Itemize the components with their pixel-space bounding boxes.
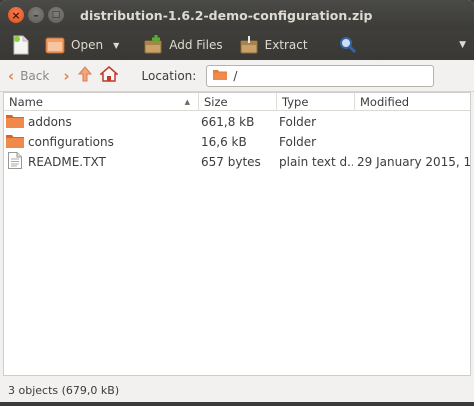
column-modified-label: Modified bbox=[360, 94, 410, 109]
file-name: addons bbox=[28, 115, 72, 129]
column-header-modified[interactable]: Modified bbox=[355, 93, 472, 111]
minimize-icon: – bbox=[33, 8, 39, 22]
file-list-header: Name ▲ Size Type Modified bbox=[4, 92, 472, 111]
extract-icon bbox=[239, 35, 259, 55]
open-label: Open bbox=[71, 38, 104, 52]
window-title: distribution-1.6.2-demo-configuration.zi… bbox=[80, 7, 373, 23]
status-text: 3 objects (679,0 kB) bbox=[8, 383, 120, 397]
find-button[interactable] bbox=[335, 33, 361, 57]
forward-button[interactable]: › bbox=[63, 67, 69, 85]
location-label: Location: bbox=[141, 68, 197, 83]
chevron-right-icon: › bbox=[63, 66, 70, 85]
table-row[interactable]: configurations 16,6 kB Folder bbox=[4, 132, 470, 152]
column-header-size[interactable]: Size bbox=[199, 92, 277, 111]
column-name-label: Name bbox=[9, 94, 43, 109]
location-bar: ‹ Back › Location: / bbox=[0, 60, 474, 92]
table-row[interactable]: addons 661,8 kB Folder bbox=[4, 112, 470, 132]
title-bar: × – □ distribution-1.6.2-demo-configurat… bbox=[0, 0, 474, 30]
file-size: 657 bytes bbox=[201, 155, 261, 169]
back-label: Back bbox=[20, 68, 50, 83]
extract-label: Extract bbox=[264, 38, 308, 52]
minimize-window-button[interactable]: – bbox=[28, 7, 44, 23]
open-archive-icon bbox=[45, 35, 65, 55]
file-type: Folder bbox=[279, 115, 317, 129]
file-modified: 29 January 2015, 12... bbox=[357, 155, 470, 169]
maximize-icon: □ bbox=[51, 9, 61, 20]
column-size-label: Size bbox=[204, 94, 228, 109]
sort-ascending-icon: ▲ bbox=[184, 97, 190, 106]
maximize-window-button[interactable]: □ bbox=[48, 7, 64, 23]
file-size: 661,8 kB bbox=[201, 115, 255, 129]
add-files-button[interactable]: Add Files bbox=[140, 33, 225, 57]
location-field[interactable]: / bbox=[206, 64, 435, 87]
file-type: plain text d... bbox=[279, 155, 353, 169]
archive-manager-window: × – □ distribution-1.6.2-demo-configurat… bbox=[0, 0, 474, 406]
arrow-up-icon bbox=[77, 66, 92, 85]
location-path: / bbox=[233, 68, 238, 83]
file-name: README.TXT bbox=[28, 155, 106, 169]
folder-icon bbox=[213, 69, 228, 83]
file-name: configurations bbox=[28, 135, 114, 149]
home-button[interactable] bbox=[98, 66, 119, 85]
open-button[interactable]: Open ▼ bbox=[42, 33, 122, 57]
new-archive-icon bbox=[11, 35, 31, 55]
file-modified bbox=[357, 112, 470, 132]
folder-icon bbox=[6, 134, 24, 151]
window-bottom-edge bbox=[0, 402, 474, 406]
folder-icon bbox=[6, 114, 24, 131]
file-modified bbox=[357, 132, 470, 152]
close-icon: × bbox=[11, 8, 21, 22]
status-bar: 3 objects (679,0 kB) bbox=[0, 378, 474, 402]
toolbar-overflow-chevron-icon[interactable]: ▼ bbox=[459, 40, 466, 50]
file-type: Folder bbox=[279, 135, 317, 149]
file-size: 16,6 kB bbox=[201, 135, 247, 149]
table-row[interactable]: README.TXT 657 bytes plain text d... 29 … bbox=[4, 152, 470, 172]
magnifier-icon bbox=[338, 35, 358, 55]
new-archive-button[interactable] bbox=[8, 33, 34, 57]
add-files-label: Add Files bbox=[169, 38, 223, 52]
column-type-label: Type bbox=[282, 94, 309, 109]
file-list: Name ▲ Size Type Modified addons 661,8 k… bbox=[3, 92, 471, 376]
extract-button[interactable]: Extract bbox=[236, 33, 311, 57]
up-button[interactable] bbox=[77, 66, 92, 85]
home-icon bbox=[98, 66, 119, 85]
chevron-down-icon[interactable]: ▼ bbox=[113, 41, 119, 50]
close-window-button[interactable]: × bbox=[8, 7, 24, 23]
chevron-left-icon: ‹ bbox=[8, 66, 15, 85]
column-header-name[interactable]: Name ▲ bbox=[4, 92, 199, 111]
back-button[interactable]: ‹ Back bbox=[8, 67, 49, 85]
text-file-icon bbox=[8, 152, 22, 172]
column-header-type[interactable]: Type bbox=[277, 92, 355, 111]
add-files-icon bbox=[143, 35, 163, 55]
toolbar: Open ▼ Add Files Extract ▼ bbox=[0, 30, 474, 60]
